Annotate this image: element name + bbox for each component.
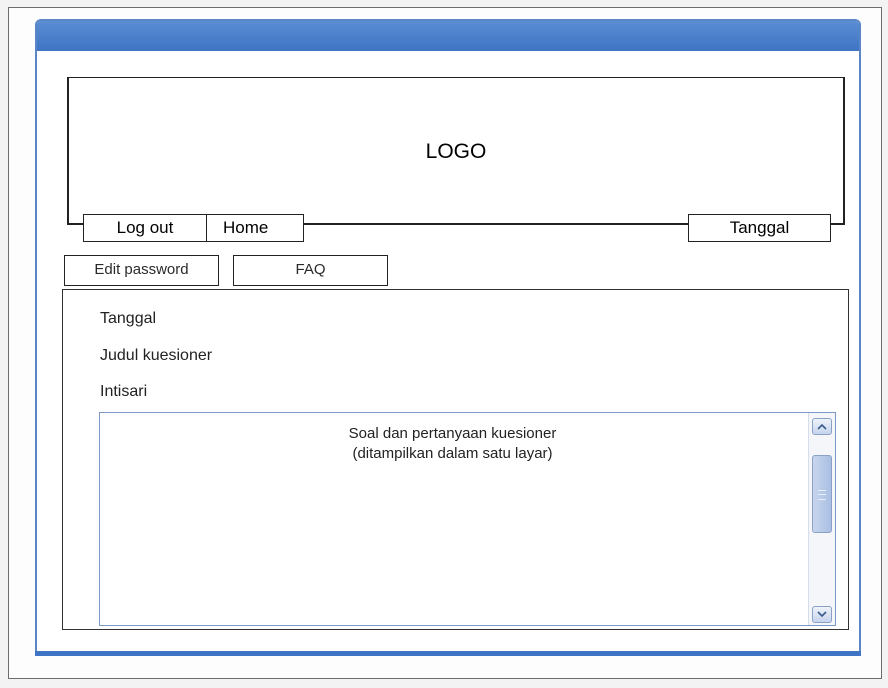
logout-button[interactable]: Log out xyxy=(83,214,207,242)
question-line-2: (ditampilkan dalam satu layar) xyxy=(352,445,553,462)
grip-icon xyxy=(818,490,826,500)
chevron-up-icon xyxy=(817,423,827,430)
home-button[interactable]: Home xyxy=(206,214,304,242)
scroll-up-button[interactable] xyxy=(812,418,832,435)
app-window: LOGO Log out Home Tanggal Edit password … xyxy=(35,19,861,656)
vertical-scrollbar[interactable] xyxy=(808,413,835,625)
edit-password-button[interactable]: Edit password xyxy=(64,255,219,286)
intisari-label: Intisari xyxy=(100,383,148,400)
faq-button[interactable]: FAQ xyxy=(233,255,388,286)
tanggal-label: Tanggal xyxy=(100,310,157,327)
date-display: Tanggal xyxy=(688,214,831,242)
content-panel: Tanggal Judul kuesioner Intisari Soal da… xyxy=(62,289,849,630)
question-area[interactable]: Soal dan pertanyaan kuesioner (ditampilk… xyxy=(99,412,836,626)
bottom-border xyxy=(35,651,861,656)
scroll-thumb[interactable] xyxy=(812,455,832,533)
question-line-1: Soal dan pertanyaan kuesioner xyxy=(348,425,557,442)
chevron-down-icon xyxy=(817,611,827,618)
header-box: LOGO xyxy=(67,77,845,225)
title-bar xyxy=(37,21,859,51)
scroll-down-button[interactable] xyxy=(812,606,832,623)
question-text: Soal dan pertanyaan kuesioner (ditampilk… xyxy=(100,424,805,464)
judul-kuesioner-label: Judul kuesioner xyxy=(100,347,213,364)
logo: LOGO xyxy=(425,140,487,163)
